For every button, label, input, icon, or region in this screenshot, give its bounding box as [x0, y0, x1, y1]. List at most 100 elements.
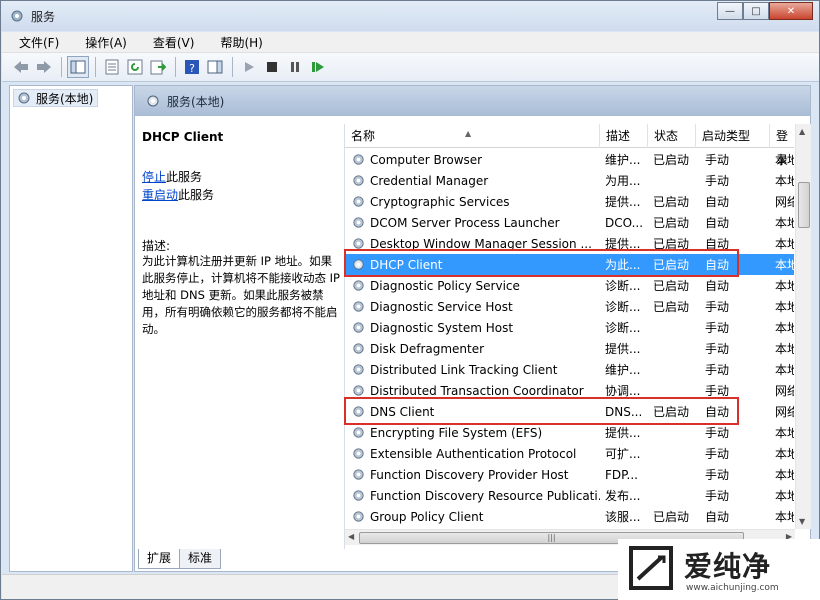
table-row[interactable]: Diagnostic Policy Service 诊断... 已启动 自动 本地 — [345, 275, 794, 296]
title-bar[interactable]: 服务 — □ ✕ — [1, 1, 819, 31]
status-cell: 已启动 — [653, 153, 690, 167]
table-row[interactable]: Function Discovery Provider Host FDP... 手动… — [345, 464, 794, 485]
scroll-up-icon[interactable]: ▲ — [799, 127, 805, 136]
service-name-cell: DCOM Server Process Launcher — [345, 215, 600, 230]
startup-type-cell: 自动 — [705, 195, 730, 209]
service-name: Computer Browser — [370, 152, 483, 167]
refresh-icon[interactable] — [124, 56, 146, 78]
table-row[interactable]: Computer Browser 维护... 已启动 手动 本地 — [345, 149, 794, 170]
stop-service-link[interactable]: 停止 — [142, 170, 166, 184]
minimize-button[interactable]: — — [717, 2, 743, 20]
startup-type-cell: 自动 — [705, 216, 730, 230]
table-row[interactable]: DCOM Server Process Launcher DCO... 已启动 自动 本… — [345, 212, 794, 233]
startup-type-cell: 手动 — [705, 447, 730, 461]
console-tree-icon[interactable] — [67, 56, 89, 78]
vertical-scroll-thumb[interactable] — [798, 182, 810, 228]
service-name: Diagnostic Policy Service — [370, 278, 520, 293]
status-cell: 已启动 — [653, 510, 690, 524]
service-name: Distributed Transaction Coordinator — [370, 383, 584, 398]
service-gear-icon — [353, 427, 364, 438]
table-row[interactable]: Extensible Authentication Protocol 可扩... 手… — [345, 443, 794, 464]
tab-standard[interactable]: 标准 — [179, 549, 222, 569]
service-name-cell: Group Policy Client — [345, 509, 600, 524]
description-cell: 提供... — [605, 426, 641, 440]
toolbar-separator — [95, 57, 96, 77]
back-arrow-icon[interactable] — [10, 56, 32, 78]
table-row[interactable]: Function Discovery Resource Publicati...… — [345, 485, 794, 506]
start-service-icon[interactable] — [238, 56, 260, 78]
description-cell: 该服... — [605, 510, 641, 524]
log-on-as-cell: 网络 — [775, 195, 794, 209]
stop-service-icon[interactable] — [261, 56, 283, 78]
sort-ascending-icon: ▲ — [465, 129, 472, 138]
description-cell: 可扩... — [605, 447, 641, 461]
vertical-scrollbar[interactable]: ▲ ▼ — [795, 124, 811, 529]
restart-service-icon[interactable] — [307, 56, 329, 78]
service-name: Function Discovery Resource Publicati... — [370, 488, 600, 503]
close-button[interactable]: ✕ — [769, 2, 813, 20]
service-gear-icon — [353, 469, 364, 480]
scroll-down-icon[interactable]: ▼ — [799, 517, 805, 526]
menu-help[interactable]: 帮助(H) — [203, 34, 271, 51]
services-gear-icon — [147, 95, 159, 107]
restart-service-link[interactable]: 重启动 — [142, 188, 178, 202]
log-on-as-cell: 本地 — [775, 258, 794, 272]
column-header-description[interactable]: 描述 — [600, 124, 648, 148]
startup-type-cell: 手动 — [705, 489, 730, 503]
service-gear-icon — [353, 154, 364, 165]
service-gear-icon — [353, 175, 364, 186]
startup-type-cell: 手动 — [705, 321, 730, 335]
column-header-startup-type[interactable]: 启动类型 — [696, 124, 770, 148]
scroll-left-icon[interactable]: ◀ — [348, 532, 354, 541]
service-name: Function Discovery Provider Host — [370, 467, 569, 482]
service-name-cell: Encrypting File System (EFS) — [345, 425, 600, 440]
status-cell: 已启动 — [653, 195, 690, 209]
column-header-log-on-as[interactable]: 登录 — [770, 124, 794, 167]
service-name-cell: Diagnostic Service Host — [345, 299, 600, 314]
restart-link-suffix: 此服务 — [178, 188, 215, 202]
log-on-as-cell: 网络 — [775, 384, 794, 398]
table-row[interactable]: Cryptographic Services 提供... 已启动 自动 网络 — [345, 191, 794, 212]
service-name-cell: Function Discovery Resource Publicati... — [345, 488, 600, 503]
menu-action[interactable]: 操作(A) — [68, 34, 136, 51]
table-row[interactable]: Diagnostic Service Host 诊断... 已启动 手动 本地 — [345, 296, 794, 317]
description-cell: 维护... — [605, 153, 641, 167]
export-list-icon[interactable] — [147, 56, 169, 78]
toolbar-separator — [175, 57, 176, 77]
toolbar-separator — [61, 57, 62, 77]
table-row[interactable]: Group Policy Client 该服... 已启动 自动 本地 — [345, 506, 794, 527]
watermark: 爱纯净 www.aichunjing.com — [618, 539, 820, 600]
column-header-name[interactable]: 名称 ▲ — [345, 124, 600, 148]
table-row[interactable]: Diagnostic System Host 诊断... 手动 本地 — [345, 317, 794, 338]
properties-icon[interactable] — [101, 56, 123, 78]
services-gear-icon — [18, 92, 30, 104]
main-pane-header: 服务(本地) — [135, 86, 810, 116]
table-row[interactable]: Credential Manager 为用... 手动 本地 — [345, 170, 794, 191]
service-gear-icon — [353, 364, 364, 375]
description-label: 描述: — [142, 239, 171, 253]
table-row[interactable]: Encrypting File System (EFS) 提供... 手动 本地 — [345, 422, 794, 443]
column-header-status[interactable]: 状态 — [648, 124, 696, 148]
highlight-box-dns-client — [344, 397, 739, 425]
table-row[interactable]: Distributed Link Tracking Client 维护... 手动 本… — [345, 359, 794, 380]
description-cell: 为用... — [605, 174, 641, 188]
description-cell: 诊断... — [605, 321, 641, 335]
status-cell: 已启动 — [653, 300, 690, 314]
service-gear-icon — [353, 343, 364, 354]
forward-arrow-icon[interactable] — [33, 56, 55, 78]
startup-type-cell: 手动 — [705, 174, 730, 188]
tab-extended[interactable]: 扩展 — [138, 549, 181, 569]
service-name-cell: Distributed Link Tracking Client — [345, 362, 600, 377]
show-hide-action-pane-icon[interactable] — [204, 56, 226, 78]
help-icon[interactable]: ? — [181, 56, 203, 78]
pause-service-icon[interactable] — [284, 56, 306, 78]
tree-item-services-local[interactable]: 服务(本地) — [13, 89, 99, 107]
maximize-button[interactable]: □ — [743, 2, 769, 20]
table-row[interactable]: Disk Defragmenter 提供... 手动 本地 — [345, 338, 794, 359]
service-name-cell: Cryptographic Services — [345, 194, 600, 209]
service-name: Disk Defragmenter — [370, 341, 485, 356]
menu-view[interactable]: 查看(V) — [136, 34, 204, 51]
service-name-cell: Disk Defragmenter — [345, 341, 600, 356]
log-on-as-cell: 本地 — [775, 237, 794, 251]
menu-file[interactable]: 文件(F) — [2, 34, 68, 51]
